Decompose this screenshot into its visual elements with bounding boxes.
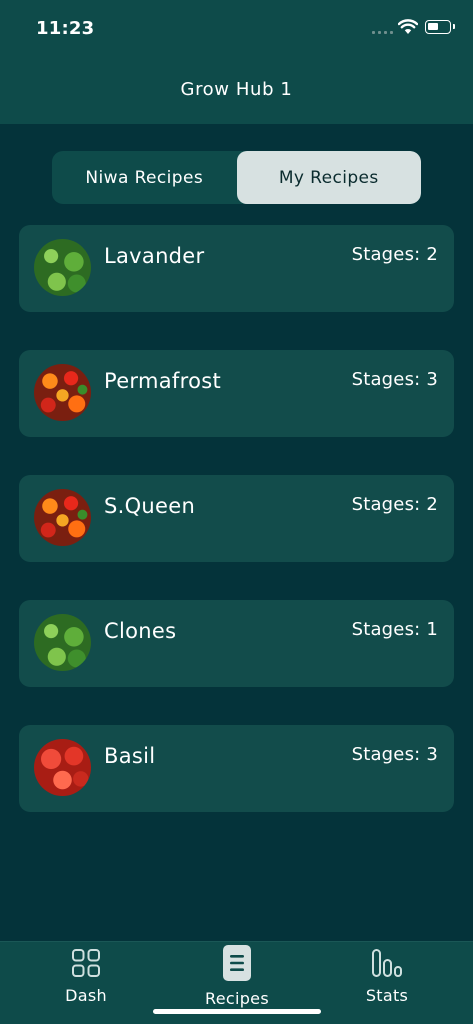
header-bar: 11:23 Grow Hub 1 bbox=[0, 0, 473, 124]
status-time: 11:23 bbox=[36, 18, 95, 39]
recipe-stages: Stages: 2 bbox=[351, 494, 438, 515]
app-screen: 11:23 Grow Hub 1 Niwa Recipes My Recipes… bbox=[0, 0, 473, 1024]
document-icon bbox=[223, 945, 251, 981]
battery-icon bbox=[425, 20, 455, 34]
tab-my-recipes[interactable]: My Recipes bbox=[236, 151, 421, 204]
recipe-stages: Stages: 2 bbox=[351, 244, 438, 265]
tab-label: Recipes bbox=[205, 989, 269, 1008]
recipe-card-lavander[interactable]: Lavander Stages: 2 bbox=[19, 225, 454, 312]
recipe-stages: Stages: 3 bbox=[351, 744, 438, 765]
tab-label: Stats bbox=[365, 986, 409, 1005]
recipe-card-permafrost[interactable]: Permafrost Stages: 3 bbox=[19, 350, 454, 437]
home-indicator[interactable] bbox=[153, 1009, 321, 1014]
wifi-icon bbox=[398, 19, 418, 34]
recipe-name: Lavander bbox=[104, 244, 205, 268]
lettuce-icon bbox=[34, 614, 91, 671]
tab-label: Dash bbox=[65, 986, 107, 1005]
tomatoes-icon bbox=[34, 739, 91, 796]
cellular-signal-icon bbox=[372, 31, 393, 34]
page-title: Grow Hub 1 bbox=[180, 79, 293, 100]
tab-recipes[interactable]: Recipes bbox=[192, 942, 282, 1017]
peppers-icon bbox=[34, 364, 91, 421]
tab-stats[interactable]: Stats bbox=[352, 942, 422, 1017]
recipe-card-s-queen[interactable]: S.Queen Stages: 2 bbox=[19, 475, 454, 562]
recipe-name: Permafrost bbox=[104, 369, 222, 393]
peppers-icon bbox=[34, 489, 91, 546]
bar-chart-icon bbox=[372, 949, 402, 977]
grid-icon bbox=[72, 949, 100, 977]
tab-dash[interactable]: Dash bbox=[50, 942, 122, 1017]
recipe-name: Clones bbox=[104, 619, 177, 643]
tab-niwa-recipes[interactable]: Niwa Recipes bbox=[52, 151, 237, 204]
recipe-list: Lavander Stages: 2 Permafrost Stages: 3 … bbox=[19, 225, 454, 850]
recipe-source-segmented-control: Niwa Recipes My Recipes bbox=[52, 151, 421, 204]
recipe-name: S.Queen bbox=[104, 494, 196, 518]
recipe-name: Basil bbox=[104, 744, 156, 768]
recipe-stages: Stages: 3 bbox=[351, 369, 438, 390]
recipe-card-clones[interactable]: Clones Stages: 1 bbox=[19, 600, 454, 687]
recipe-stages: Stages: 1 bbox=[351, 619, 438, 640]
recipe-card-basil[interactable]: Basil Stages: 3 bbox=[19, 725, 454, 812]
lettuce-icon bbox=[34, 239, 91, 296]
